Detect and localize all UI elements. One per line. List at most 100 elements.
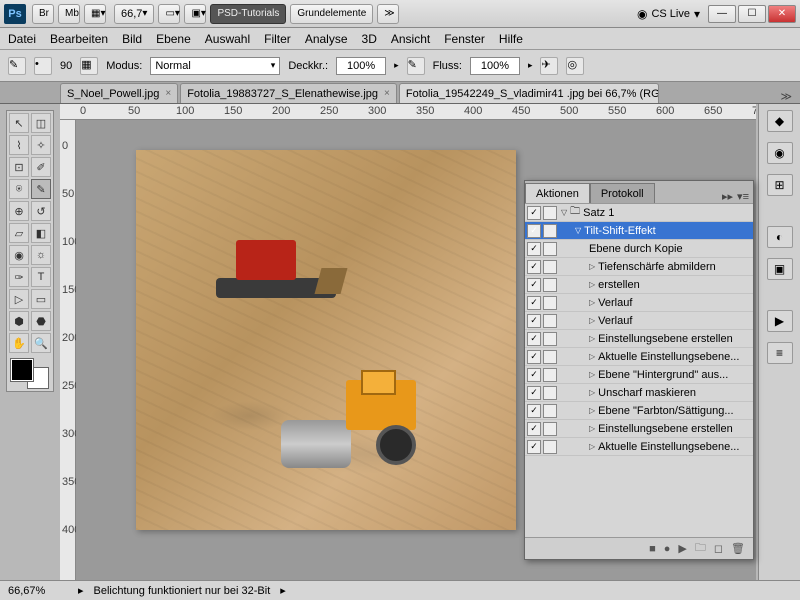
action-row[interactable]: ▷Verlauf [525,312,753,330]
action-dialog-toggle[interactable] [543,242,557,256]
document-canvas[interactable] [136,150,516,530]
history-brush-tool[interactable]: ↺ [31,201,51,221]
action-row[interactable]: ▷erstellen [525,276,753,294]
tabs-overflow[interactable]: ≫ [772,90,800,103]
path-select-tool[interactable]: ▷ [9,289,29,309]
move-tool[interactable]: ↖ [9,113,29,133]
dock-color-icon[interactable]: ◆ [767,110,793,132]
menu-datei[interactable]: Datei [8,32,36,46]
menu-ebene[interactable]: Ebene [156,32,191,46]
airbrush-icon[interactable]: ✈ [540,57,558,75]
screenmode-button[interactable]: ▣▾ [184,4,206,24]
dock-layers-icon[interactable]: ≡ [767,342,793,364]
layout-button[interactable]: ▦▾ [84,4,106,24]
wand-tool[interactable]: ✧ [31,135,51,155]
zoom-select[interactable]: 66,7 ▾ [114,4,154,24]
type-tool[interactable]: T [31,267,51,287]
action-row[interactable]: ▽Tilt-Shift-Effekt [525,222,753,240]
brush-panel-icon[interactable]: ▦ [80,57,98,75]
status-zoom[interactable]: 66,67% [8,585,68,597]
window-close[interactable]: ✕ [768,5,796,23]
action-dialog-toggle[interactable] [543,278,557,292]
panel-collapse-icon[interactable]: ▸▸ [722,190,733,203]
gradient-tool[interactable]: ◧ [31,223,51,243]
menu-filter[interactable]: Filter [264,32,291,46]
close-icon[interactable]: × [165,88,171,99]
dock-play-icon[interactable]: ▶ [767,310,793,332]
new-set-icon[interactable]: 🗀 [695,539,706,558]
flow-input[interactable]: 100% [470,57,520,75]
close-icon[interactable]: × [384,88,390,99]
eraser-tool[interactable]: ▱ [9,223,29,243]
brush-tool[interactable]: ✎ [31,179,51,199]
action-dialog-toggle[interactable] [543,206,557,220]
action-checkbox[interactable] [527,422,541,436]
dock-styles-icon[interactable]: ⊞ [767,174,793,196]
actions-list[interactable]: ▽🗀Satz 1▽Tilt-Shift-EffektEbene durch Ko… [525,203,753,537]
zoom-tool[interactable]: 🔍 [31,333,51,353]
dock-masks-icon[interactable]: ▣ [767,258,793,280]
color-swatch[interactable] [9,359,51,389]
action-checkbox[interactable] [527,314,541,328]
crop-tool[interactable]: ⊡ [9,157,29,177]
action-checkbox[interactable] [527,404,541,418]
tab-aktionen[interactable]: Aktionen [525,183,590,203]
3d-camera-tool[interactable]: ⬣ [31,311,51,331]
minibridge-button[interactable]: Mb [58,4,80,24]
action-dialog-toggle[interactable] [543,350,557,364]
action-row[interactable]: ▷Ebene "Hintergrund" aus... [525,366,753,384]
action-row[interactable]: Ebene durch Kopie [525,240,753,258]
action-row[interactable]: ▷Unscharf maskieren [525,384,753,402]
tab-protokoll[interactable]: Protokoll [590,183,655,203]
action-checkbox[interactable] [527,260,541,274]
action-checkbox[interactable] [527,386,541,400]
doc-tab-2[interactable]: Fotolia_19883727_S_Elenathewise.jpg× [180,83,397,103]
action-dialog-toggle[interactable] [543,296,557,310]
action-row[interactable]: ▷Aktuelle Einstellungsebene... [525,438,753,456]
action-row[interactable]: ▷Einstellungsebene erstellen [525,330,753,348]
pen-tool[interactable]: ✑ [9,267,29,287]
dock-swatches-icon[interactable]: ◉ [767,142,793,164]
menu-bearbeiten[interactable]: Bearbeiten [50,32,108,46]
stamp-tool[interactable]: ⊕ [9,201,29,221]
action-checkbox[interactable] [527,206,541,220]
menu-3d[interactable]: 3D [362,32,377,46]
cslive-button[interactable]: ◉ CS Live ▾ [637,7,700,21]
doc-tab-1[interactable]: S_Noel_Powell.jpg× [60,83,178,103]
opacity-input[interactable]: 100% [336,57,386,75]
hand-tool[interactable]: ✋ [9,333,29,353]
action-dialog-toggle[interactable] [543,260,557,274]
action-checkbox[interactable] [527,224,541,238]
new-action-icon[interactable]: ◻ [714,542,723,555]
action-row[interactable]: ▷Tiefenschärfe abmildern [525,258,753,276]
brush-preview[interactable]: • [34,57,52,75]
action-row[interactable]: ▽🗀Satz 1 [525,204,753,222]
play-icon[interactable]: ▶ [678,542,686,555]
lasso-tool[interactable]: ⌇ [9,135,29,155]
eyedropper-tool[interactable]: ✐ [31,157,51,177]
action-row[interactable]: ▷Verlauf [525,294,753,312]
action-checkbox[interactable] [527,350,541,364]
menu-auswahl[interactable]: Auswahl [205,32,250,46]
workspace-grundelemente[interactable]: Grundelemente [290,4,373,24]
trash-icon[interactable]: 🗑 [731,542,745,555]
dodge-tool[interactable]: ☼ [31,245,51,265]
action-checkbox[interactable] [527,368,541,382]
action-checkbox[interactable] [527,278,541,292]
action-checkbox[interactable] [527,332,541,346]
window-maximize[interactable]: ☐ [738,5,766,23]
action-dialog-toggle[interactable] [543,404,557,418]
healing-tool[interactable]: ⍟ [9,179,29,199]
action-dialog-toggle[interactable] [543,422,557,436]
action-dialog-toggle[interactable] [543,332,557,346]
menu-analyse[interactable]: Analyse [305,32,348,46]
foreground-color[interactable] [11,359,33,381]
pressure-size-icon[interactable]: ◎ [566,57,584,75]
action-checkbox[interactable] [527,440,541,454]
bridge-button[interactable]: Br [32,4,54,24]
action-row[interactable]: ▷Einstellungsebene erstellen [525,420,753,438]
window-minimize[interactable]: — [708,5,736,23]
record-icon[interactable]: ● [664,543,671,555]
menu-bild[interactable]: Bild [122,32,142,46]
marquee-tool[interactable]: ◫ [31,113,51,133]
